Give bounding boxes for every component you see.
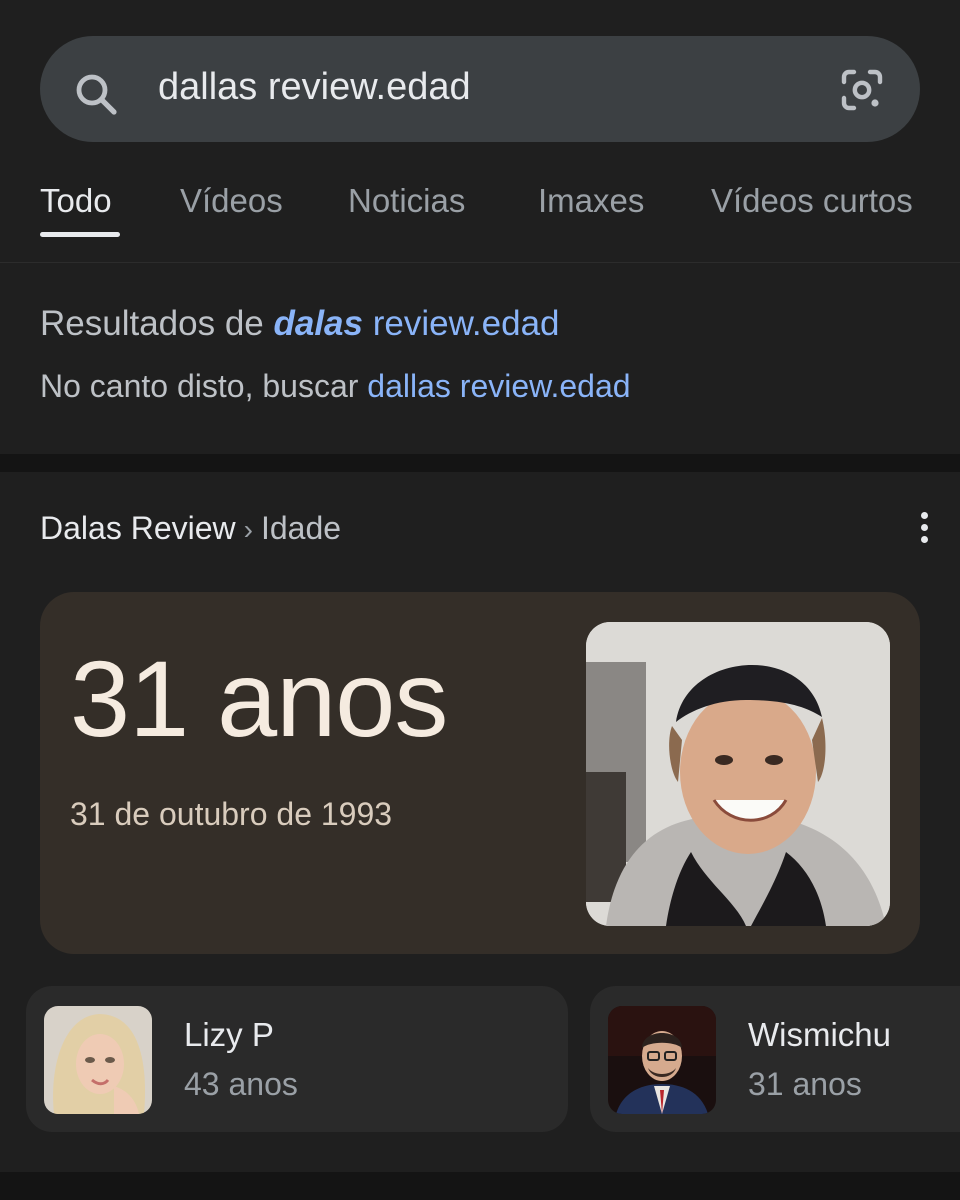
section-divider: [0, 454, 960, 472]
breadcrumb: Dalas Review › Idade: [40, 510, 341, 547]
breadcrumb-separator: ›: [243, 514, 253, 545]
search-query[interactable]: dallas review.edad: [158, 66, 471, 109]
google-lens-icon[interactable]: [838, 66, 886, 114]
more-options-icon[interactable]: [914, 512, 934, 548]
search-tabs: Todo Vídeos Noticias Imaxes Vídeos curto…: [0, 160, 960, 250]
tab-all[interactable]: Todo: [40, 182, 112, 220]
search-bar[interactable]: dallas review.edad: [40, 36, 920, 142]
original-query-link[interactable]: dallas review.edad: [367, 368, 630, 404]
portrait-image: [586, 622, 890, 926]
age-answer-card: 31 anos 31 de outubro de 1993: [40, 592, 920, 954]
active-tab-indicator: [40, 232, 120, 237]
tab-videos[interactable]: Vídeos: [180, 182, 283, 220]
avatar-image: [608, 1006, 716, 1114]
entity-photo[interactable]: [586, 622, 890, 926]
search-instead-prefix: No canto disto, buscar: [40, 368, 368, 404]
search-icon[interactable]: [72, 70, 120, 118]
person-age: 31 anos: [748, 1066, 862, 1102]
tab-images[interactable]: Imaxes: [538, 182, 644, 220]
breadcrumb-entity[interactable]: Dalas Review: [40, 510, 236, 546]
person-name[interactable]: Wismichu: [748, 1016, 891, 1054]
corrected-word[interactable]: dalas: [273, 304, 363, 343]
breadcrumb-attribute: Idade: [260, 510, 342, 546]
search-instead: No canto disto, buscar dallas review.eda…: [40, 368, 631, 405]
related-person-card[interactable]: Lizy P 43 anos: [26, 986, 568, 1132]
person-age: 43 anos: [184, 1066, 298, 1102]
related-person-card[interactable]: Wismichu 31 anos: [590, 986, 960, 1132]
corrected-rest[interactable]: review.edad: [363, 304, 560, 343]
tab-short-videos[interactable]: Vídeos curtos: [711, 182, 913, 220]
birth-date: 31 de outubro de 1993: [70, 796, 393, 832]
section-divider: [0, 1172, 960, 1200]
spelling-correction: Resultados de dalas review.edad: [40, 304, 560, 344]
avatar: [608, 1006, 716, 1114]
person-name[interactable]: Lizy P: [184, 1016, 274, 1054]
spelling-prefix: Resultados de: [40, 304, 274, 343]
avatar: [44, 1006, 152, 1114]
tabs-divider: [0, 262, 960, 263]
avatar-image: [44, 1006, 152, 1114]
age-value: 31 anos: [70, 638, 448, 759]
tab-news[interactable]: Noticias: [348, 182, 465, 220]
